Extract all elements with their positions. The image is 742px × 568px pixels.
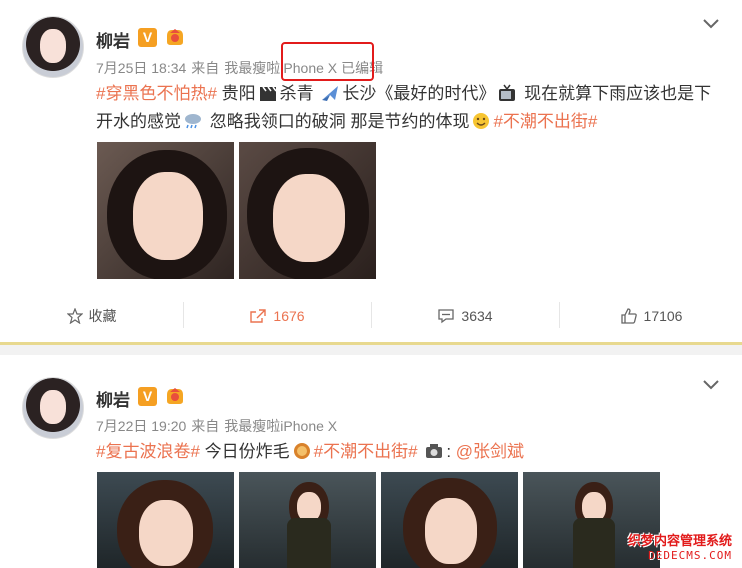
avatar[interactable] <box>22 16 84 78</box>
from-label: 来自 <box>191 418 220 434</box>
post-date[interactable]: 7月22日 19:20 <box>96 418 186 434</box>
weibo-post-1: 柳岩 V 7月25日 18:34 来自 我最瘦啦iPhone X 已编辑 #穿黑色不怕… <box>0 0 742 342</box>
repost-count: 1676 <box>273 308 305 324</box>
text-segment: 杀青 <box>279 84 314 103</box>
repost-button[interactable]: 1676 <box>184 292 370 340</box>
verified-v-icon: V <box>138 387 157 406</box>
post-meta: 7月22日 19:20 来自 我最瘦啦iPhone X <box>96 416 342 436</box>
post-photo-3[interactable] <box>381 472 518 568</box>
lion-emoji-icon <box>293 443 310 459</box>
text-segment: 长沙《最好的时代》 <box>342 84 496 103</box>
rain-cloud-icon <box>185 114 201 129</box>
fan-badge-icon[interactable] <box>164 386 186 406</box>
star-icon <box>66 308 83 324</box>
author-name[interactable]: 柳岩 <box>96 27 130 52</box>
post-text: #复古波浪卷# 今日份炸毛 #不潮不出街# : @张剑斌 <box>96 438 726 466</box>
tv-icon <box>499 84 516 101</box>
like-count: 17106 <box>643 308 683 324</box>
like-button[interactable]: 17106 <box>560 292 742 340</box>
post-photo-2[interactable] <box>239 472 376 568</box>
smile-icon <box>473 113 490 129</box>
feed-divider <box>0 342 742 355</box>
chevron-down-icon[interactable] <box>702 379 720 391</box>
action-bar: 收藏 1676 3634 17106 <box>0 292 742 340</box>
comment-count: 3634 <box>461 308 493 324</box>
text-segment: 今日份炸毛 <box>204 442 290 461</box>
text-segment: : <box>446 442 452 461</box>
device-source[interactable]: 我最瘦啦iPhone X <box>224 418 337 434</box>
highlight-box <box>281 42 374 81</box>
post-photo-2[interactable] <box>239 142 376 279</box>
watermark: 织梦内容管理系统 DEDECMS.COM <box>628 530 732 562</box>
watermark-line-1: 织梦内容管理系统 <box>627 533 732 548</box>
hashtag-link[interactable]: #不潮不出街# <box>314 442 418 461</box>
comment-icon <box>438 309 455 324</box>
post-photo-1[interactable] <box>97 142 234 279</box>
hashtag-link[interactable]: #穿黑色不怕热# <box>96 84 217 103</box>
text-segment: 贵阳 <box>221 84 256 103</box>
comment-button[interactable]: 3634 <box>372 292 558 340</box>
like-icon <box>620 308 637 324</box>
text-segment: 忽略我领口的破洞 那是节约的体现 <box>209 112 470 131</box>
watermark-line-2: DEDECMS.COM <box>648 549 732 562</box>
repost-icon <box>250 309 267 323</box>
chevron-down-icon[interactable] <box>702 18 720 30</box>
clapperboard-icon <box>259 86 277 101</box>
airplane-icon <box>322 86 339 101</box>
favorite-button[interactable]: 收藏 <box>0 292 183 340</box>
favorite-label: 收藏 <box>88 308 117 324</box>
avatar[interactable] <box>22 377 84 439</box>
camera-icon <box>426 444 443 458</box>
post-photo-1[interactable] <box>97 472 234 568</box>
hashtag-link[interactable]: #复古波浪卷# <box>96 442 200 461</box>
from-label: 来自 <box>191 60 220 76</box>
post-text: #穿黑色不怕热# 贵阳 杀青 长沙《最好的时代》 现在就算下雨应该也是下开水的感觉… <box>96 80 726 136</box>
verified-v-icon: V <box>138 28 157 47</box>
fan-badge-icon[interactable] <box>164 27 186 47</box>
mention-link[interactable]: @张剑斌 <box>456 442 524 461</box>
post-date[interactable]: 7月25日 18:34 <box>96 60 186 76</box>
hashtag-link[interactable]: #不潮不出街# <box>493 112 597 131</box>
author-name[interactable]: 柳岩 <box>96 386 130 411</box>
